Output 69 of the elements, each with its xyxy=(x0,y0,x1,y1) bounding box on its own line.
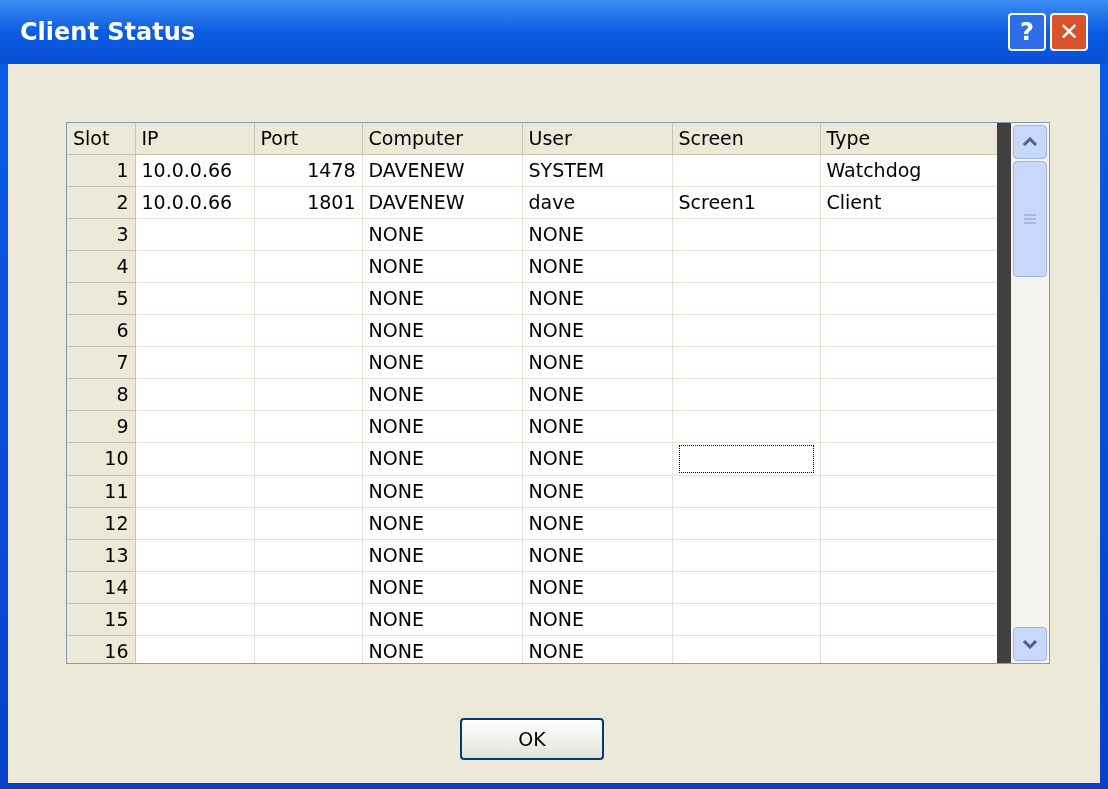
table-cell: NONE xyxy=(362,314,522,346)
table-cell: NONE xyxy=(362,571,522,603)
row-header: 13 xyxy=(67,539,135,571)
table-cell: NONE xyxy=(522,571,672,603)
row-header: 5 xyxy=(67,282,135,314)
help-button[interactable]: ? xyxy=(1008,13,1046,51)
table-cell: NONE xyxy=(522,442,672,475)
table-cell: DAVENEW xyxy=(362,154,522,186)
table-cell: NONE xyxy=(522,539,672,571)
table-cell: NONE xyxy=(522,475,672,507)
row-header: 12 xyxy=(67,507,135,539)
table-cell: NONE xyxy=(362,507,522,539)
table-cell: SYSTEM xyxy=(522,154,672,186)
table-cell: 10.0.0.66 xyxy=(135,186,254,218)
table-cell: NONE xyxy=(522,218,672,250)
row-header: 6 xyxy=(67,314,135,346)
row-header: 2 xyxy=(67,186,135,218)
column-header[interactable]: Screen xyxy=(672,123,820,154)
scrollbar[interactable] xyxy=(1011,123,1049,663)
row-header: 14 xyxy=(67,571,135,603)
column-header[interactable]: Port xyxy=(254,123,362,154)
table-cell: NONE xyxy=(522,250,672,282)
row-header: 9 xyxy=(67,410,135,442)
table-cell: NONE xyxy=(362,603,522,635)
table-cell: 10.0.0.66 xyxy=(135,154,254,186)
table-cell: NONE xyxy=(522,507,672,539)
table-cell: dave xyxy=(522,186,672,218)
table-cell: DAVENEW xyxy=(362,186,522,218)
row-header: 10 xyxy=(67,442,135,475)
table-cell: NONE xyxy=(362,346,522,378)
ok-button[interactable]: OK xyxy=(460,718,604,760)
table-cell: Screen1 xyxy=(672,186,820,218)
row-header: 7 xyxy=(67,346,135,378)
table-cell: NONE xyxy=(362,410,522,442)
table-cell: NONE xyxy=(522,635,672,663)
table-cell: NONE xyxy=(522,314,672,346)
table-cell: NONE xyxy=(362,635,522,663)
window-title: Client Status xyxy=(20,17,197,48)
row-header: 3 xyxy=(67,218,135,250)
row-header: 15 xyxy=(67,603,135,635)
focused-cell[interactable] xyxy=(678,444,814,473)
table-cell: NONE xyxy=(522,410,672,442)
row-header: 4 xyxy=(67,250,135,282)
row-header: 11 xyxy=(67,475,135,507)
table-cell: 1478 xyxy=(254,154,362,186)
scroll-thumb[interactable] xyxy=(1013,161,1047,277)
column-header[interactable]: User xyxy=(522,123,672,154)
scroll-up-icon[interactable] xyxy=(1013,125,1047,159)
table-cell: NONE xyxy=(362,378,522,410)
column-header[interactable]: Slot xyxy=(67,123,135,154)
table-cell: NONE xyxy=(362,475,522,507)
table-cell: 1801 xyxy=(254,186,362,218)
scroll-down-icon[interactable] xyxy=(1013,627,1047,661)
table-cell: NONE xyxy=(362,442,522,475)
column-header[interactable]: Type xyxy=(820,123,997,154)
close-button[interactable]: ✕ xyxy=(1050,13,1088,51)
table-cell: NONE xyxy=(362,218,522,250)
column-header[interactable]: IP xyxy=(135,123,254,154)
table-cell: NONE xyxy=(362,539,522,571)
row-header: 16 xyxy=(67,635,135,663)
table-cell: NONE xyxy=(522,346,672,378)
table-cell: NONE xyxy=(522,378,672,410)
table-cell: NONE xyxy=(522,603,672,635)
table-cell: NONE xyxy=(362,282,522,314)
row-header: 8 xyxy=(67,378,135,410)
table-cell: NONE xyxy=(522,282,672,314)
table-cell: NONE xyxy=(362,250,522,282)
column-header[interactable]: Computer xyxy=(362,123,522,154)
row-header: 1 xyxy=(67,154,135,186)
